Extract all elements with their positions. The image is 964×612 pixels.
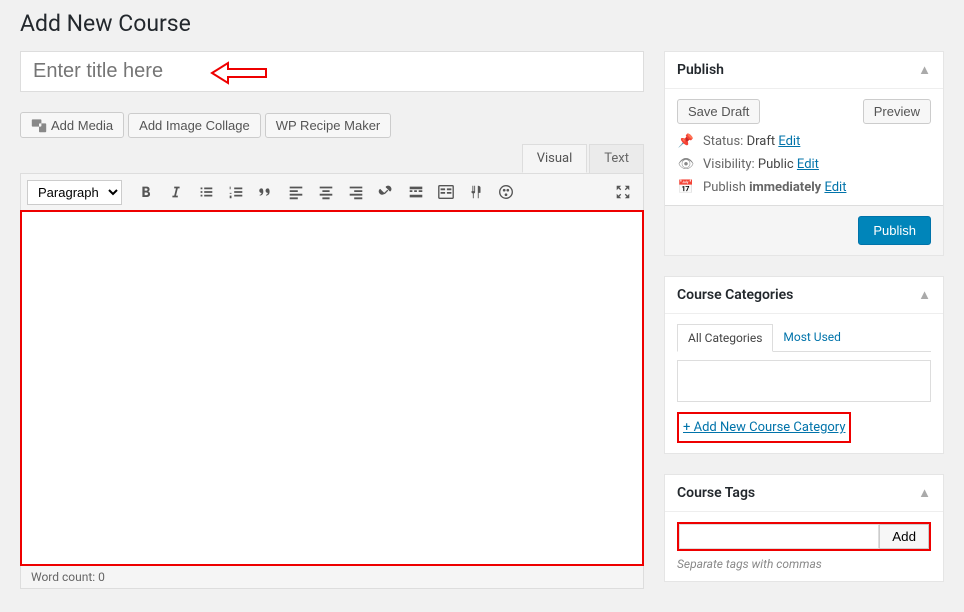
tag-hint: Separate tags with commas <box>677 557 931 571</box>
align-center-icon[interactable] <box>312 178 340 206</box>
publish-button[interactable]: Publish <box>858 216 931 245</box>
media-icon <box>31 117 47 133</box>
editor-word-count: Word count: 0 <box>20 566 644 589</box>
edit-status-link[interactable]: Edit <box>778 134 800 149</box>
publish-metabox: Publish ▲ Save Draft Preview 📌 Status: D… <box>664 51 944 256</box>
add-new-category-link[interactable]: + Add New Course Category <box>683 416 845 439</box>
snippet-icon[interactable] <box>492 178 520 206</box>
add-tag-button[interactable]: Add <box>879 524 929 549</box>
tab-all-categories[interactable]: All Categories <box>677 324 773 352</box>
add-image-collage-button[interactable]: Add Image Collage <box>128 113 261 138</box>
bold-icon[interactable] <box>132 178 160 206</box>
align-right-icon[interactable] <box>342 178 370 206</box>
save-draft-button[interactable]: Save Draft <box>677 99 760 124</box>
recipe-icon[interactable] <box>462 178 490 206</box>
tags-header[interactable]: Course Tags ▲ <box>665 475 943 512</box>
preview-button[interactable]: Preview <box>863 99 931 124</box>
caret-up-icon: ▲ <box>918 287 931 303</box>
toolbar-toggle-icon[interactable] <box>432 178 460 206</box>
editor-toolbar: Paragraph <box>20 173 644 210</box>
link-icon[interactable] <box>372 178 400 206</box>
numbered-list-icon[interactable] <box>222 178 250 206</box>
align-left-icon[interactable] <box>282 178 310 206</box>
edit-visibility-link[interactable]: Edit <box>797 157 819 172</box>
caret-up-icon: ▲ <box>918 62 931 78</box>
page-title: Add New Course <box>20 10 944 37</box>
italic-icon[interactable] <box>162 178 190 206</box>
add-media-button[interactable]: Add Media <box>20 112 124 138</box>
fullscreen-icon[interactable] <box>609 178 637 206</box>
pin-icon: 📌 <box>677 134 695 149</box>
tab-visual[interactable]: Visual <box>522 144 588 173</box>
tab-most-used[interactable]: Most Used <box>773 324 851 351</box>
tab-text[interactable]: Text <box>589 144 644 173</box>
edit-publish-date-link[interactable]: Edit <box>824 180 846 195</box>
read-more-icon[interactable] <box>402 178 430 206</box>
calendar-icon: 📅 <box>677 180 695 195</box>
editor-content-area[interactable] <box>20 210 644 566</box>
tags-metabox: Course Tags ▲ Add Separate tags with com… <box>664 474 944 582</box>
category-list[interactable] <box>677 360 931 402</box>
categories-header[interactable]: Course Categories ▲ <box>665 277 943 314</box>
caret-up-icon: ▲ <box>918 485 931 501</box>
blockquote-icon[interactable] <box>252 178 280 206</box>
tag-input[interactable] <box>679 524 879 549</box>
bullet-list-icon[interactable] <box>192 178 220 206</box>
wp-recipe-maker-button[interactable]: WP Recipe Maker <box>265 113 392 138</box>
publish-header[interactable]: Publish ▲ <box>665 52 943 89</box>
categories-metabox: Course Categories ▲ All Categories Most … <box>664 276 944 454</box>
format-select[interactable]: Paragraph <box>27 180 122 205</box>
course-title-input[interactable] <box>20 51 644 92</box>
eye-icon: 👁 <box>677 157 695 172</box>
